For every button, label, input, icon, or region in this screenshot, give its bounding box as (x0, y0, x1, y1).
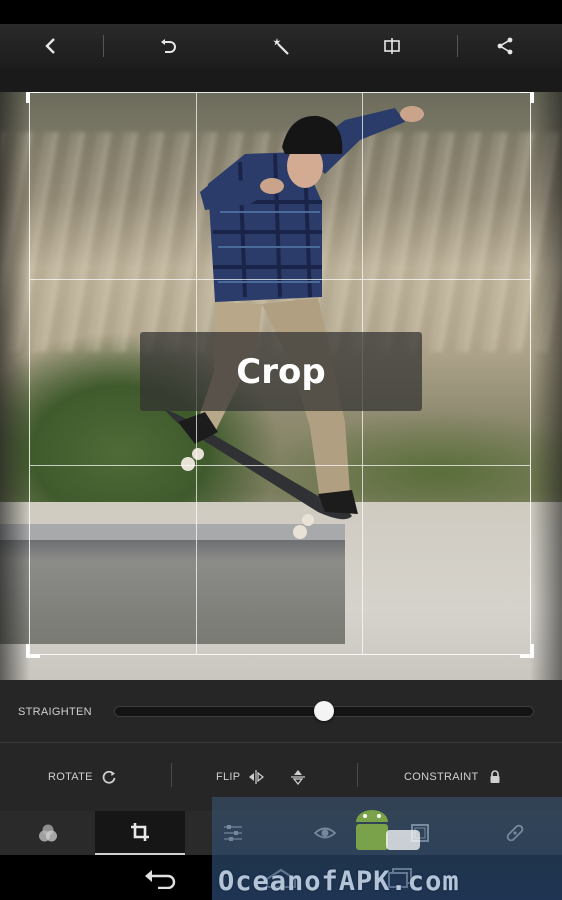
watermark-text: OceanofAPK.com (218, 866, 460, 897)
status-bar (0, 0, 562, 24)
compare-button[interactable] (370, 24, 414, 68)
crop-icon (131, 823, 149, 841)
magic-wand-icon (273, 38, 289, 55)
constraint-label: CONSTRAINT (404, 771, 479, 783)
toolbar-divider (457, 35, 458, 57)
crop-handle-bottom-right[interactable] (520, 644, 534, 658)
android-logo-icon (356, 810, 420, 850)
straighten-slider-thumb[interactable] (314, 701, 334, 721)
canvas-top-margin (0, 68, 562, 92)
tools-divider (171, 763, 172, 787)
crop-handle-top-right[interactable] (520, 92, 534, 103)
straighten-bar: STRAIGHTEN (0, 680, 562, 743)
flip-vertical-icon (291, 770, 305, 785)
rotate-label: ROTATE (48, 771, 93, 783)
back-button[interactable] (29, 24, 73, 68)
crop-handle-top-left[interactable] (26, 92, 40, 103)
top-toolbar (0, 24, 562, 68)
back-arrow-icon (145, 870, 176, 889)
nav-back-button[interactable] (131, 861, 191, 895)
rotate-icon (102, 770, 116, 784)
flip-horizontal-icon (249, 770, 265, 784)
share-icon (497, 37, 513, 55)
crop-grid-line (30, 465, 530, 466)
tab-crop[interactable] (95, 811, 185, 855)
chevron-left-icon (45, 38, 55, 54)
crop-mode-toast: Crop (140, 332, 422, 411)
crop-grid-line (30, 279, 530, 280)
auto-fix-button[interactable] (259, 24, 303, 68)
share-button[interactable] (483, 24, 527, 68)
undo-button[interactable] (146, 24, 190, 68)
straighten-label: STRAIGHTEN (18, 706, 92, 718)
crop-mode-label: Crop (236, 351, 326, 392)
compare-icon (384, 38, 400, 54)
rotate-button[interactable]: ROTATE (48, 743, 117, 811)
filters-icon (39, 824, 57, 842)
lock-icon (490, 770, 499, 783)
toolbar-divider (103, 35, 104, 57)
tab-color-filters[interactable] (3, 811, 93, 855)
tools-divider (357, 763, 358, 787)
photo-canvas[interactable]: Crop (0, 92, 562, 680)
undo-icon (161, 39, 176, 53)
crop-handle-bottom-left[interactable] (26, 644, 40, 658)
flip-label: FLIP (216, 771, 241, 783)
